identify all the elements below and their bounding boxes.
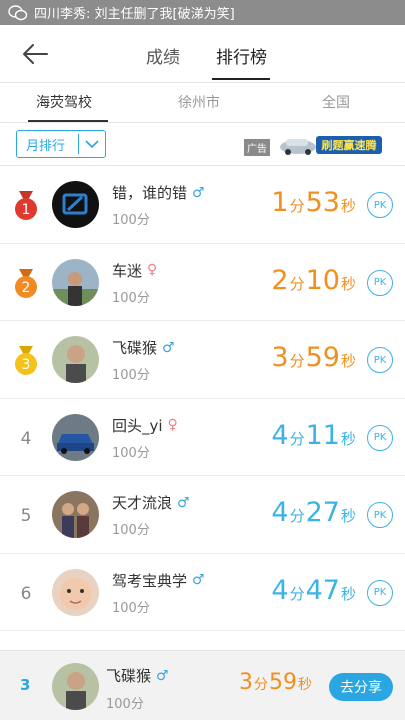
user-score: 100分	[112, 523, 150, 538]
ad-label: 广告	[244, 139, 270, 156]
silver-medal-icon: 2	[12, 268, 40, 299]
avatar[interactable]	[52, 181, 99, 228]
male-icon: ♂	[162, 339, 175, 356]
svg-text:1: 1	[22, 202, 31, 218]
user-name-line: 天才流浪 ♂	[112, 492, 190, 513]
user-score: 100分	[112, 445, 150, 461]
exam-time: 2分 10 秒	[271, 264, 356, 296]
avatar[interactable]	[52, 336, 99, 383]
gold-medal-icon: 1	[12, 191, 40, 221]
avatar[interactable]	[52, 258, 99, 306]
list-item[interactable]: 5 天才流浪 ♂ 100分 4分 27 秒 PK	[0, 476, 405, 554]
list-item[interactable]: 6 驾考宝典学 ♂ 100分 4分 47 秒 PK	[0, 554, 405, 631]
female-icon: ♀	[147, 262, 158, 278]
avatar[interactable]	[52, 413, 99, 461]
chevron-down-icon	[79, 139, 105, 149]
notification-text: 四川李秀: 刘主任删了我[破涕为笑]	[34, 7, 235, 22]
avatar[interactable]	[52, 568, 99, 616]
user-name: 回头_yi	[112, 416, 163, 435]
svg-text:3: 3	[22, 357, 31, 373]
exam-time: 4分 27 秒	[271, 497, 356, 528]
exam-time: 3分 59 秒	[271, 342, 356, 373]
tab-city[interactable]: 徐州市	[178, 92, 220, 112]
bronze-medal-icon: 3	[12, 346, 40, 376]
user-name: 飞碟猴	[112, 339, 158, 357]
period-label: 月排行	[26, 138, 66, 154]
rank-number: 6	[20, 583, 32, 604]
male-icon: ♂	[192, 572, 205, 588]
wechat-icon	[8, 4, 28, 20]
pk-button[interactable]: PK	[367, 269, 393, 296]
user-name: 驾考宝典学	[112, 571, 188, 590]
user-name-line: 错，谁的错 ♂	[112, 182, 205, 203]
male-icon: ♂	[192, 184, 205, 201]
user-name: 错，谁的错	[112, 184, 188, 202]
filter-row: 月排行 广告 刷题赢速腾	[0, 123, 405, 166]
exam-time: 4分 47 秒	[271, 574, 356, 606]
male-icon: ♂	[156, 667, 169, 684]
user-name-line: 驾考宝典学 ♂	[112, 570, 205, 591]
scope-tabs: 海荧驾校 徐州市 全国	[0, 83, 405, 123]
ad-banner-text: 刷题赢速腾	[322, 138, 378, 152]
my-name-line: 飞碟猴 ♂	[106, 665, 169, 686]
list-item[interactable]: 4 回头_yi ♀ 100分 4分 11 秒 PK	[0, 399, 405, 476]
my-rank-bar: 3 飞碟猴 ♂ 100分 3分 59 秒 去分享	[0, 650, 405, 720]
active-scope-indicator	[28, 120, 108, 122]
my-rank-number: 3	[20, 676, 31, 694]
tab-school[interactable]: 海荧驾校	[36, 92, 92, 112]
notification-bar[interactable]: 四川李秀: 刘主任删了我[破涕为笑]	[0, 0, 405, 25]
user-score: 100分	[112, 600, 150, 616]
rank-number: 4	[20, 428, 32, 449]
tab-scores[interactable]: 成绩	[146, 43, 180, 68]
active-tab-indicator	[212, 78, 270, 80]
my-exam-time: 3分 59 秒	[239, 670, 312, 695]
user-name: 车迷	[112, 261, 143, 280]
pk-button[interactable]: PK	[367, 192, 393, 218]
share-button[interactable]: 去分享	[329, 673, 393, 701]
avatar[interactable]	[52, 491, 99, 538]
top-nav: 成绩 排行榜	[0, 25, 405, 83]
female-icon: ♀	[167, 417, 178, 433]
exam-time: 1分 53 秒	[271, 187, 356, 218]
ranking-list: 1 错，谁的错 ♂ 100分 1分 53 秒 PK 2 车迷 ♀ 100分 2 …	[0, 166, 405, 631]
pk-button[interactable]: PK	[367, 347, 393, 373]
list-item[interactable]: 2 车迷 ♀ 100分 2分 10 秒 PK	[0, 244, 405, 321]
back-arrow-icon[interactable]	[20, 40, 50, 68]
list-item[interactable]: 3 飞碟猴 ♂ 100分 3分 59 秒 PK	[0, 321, 405, 399]
pk-button[interactable]: PK	[367, 424, 393, 451]
user-score: 100分	[112, 368, 150, 383]
list-item[interactable]: 1 错，谁的错 ♂ 100分 1分 53 秒 PK	[0, 166, 405, 244]
pk-button[interactable]: PK	[367, 502, 393, 528]
user-name: 天才流浪	[112, 494, 173, 512]
my-score: 100分	[106, 697, 144, 712]
my-avatar[interactable]	[52, 663, 99, 710]
tab-ranking[interactable]: 排行榜	[216, 43, 267, 68]
male-icon: ♂	[177, 494, 190, 511]
exam-time: 4分 11 秒	[271, 419, 356, 451]
user-name-line: 车迷 ♀	[112, 260, 157, 281]
user-name-line: 回头_yi ♀	[112, 415, 178, 436]
my-name: 飞碟猴	[106, 667, 152, 685]
svg-text:2: 2	[22, 280, 31, 296]
pk-button[interactable]: PK	[367, 579, 393, 606]
tab-national[interactable]: 全国	[322, 92, 350, 112]
rank-number: 5	[20, 506, 32, 526]
user-score: 100分	[112, 213, 150, 228]
ad-banner[interactable]: 刷题赢速腾	[278, 133, 384, 157]
user-score: 100分	[112, 290, 150, 306]
period-dropdown[interactable]: 月排行	[16, 130, 106, 158]
user-name-line: 飞碟猴 ♂	[112, 337, 175, 358]
